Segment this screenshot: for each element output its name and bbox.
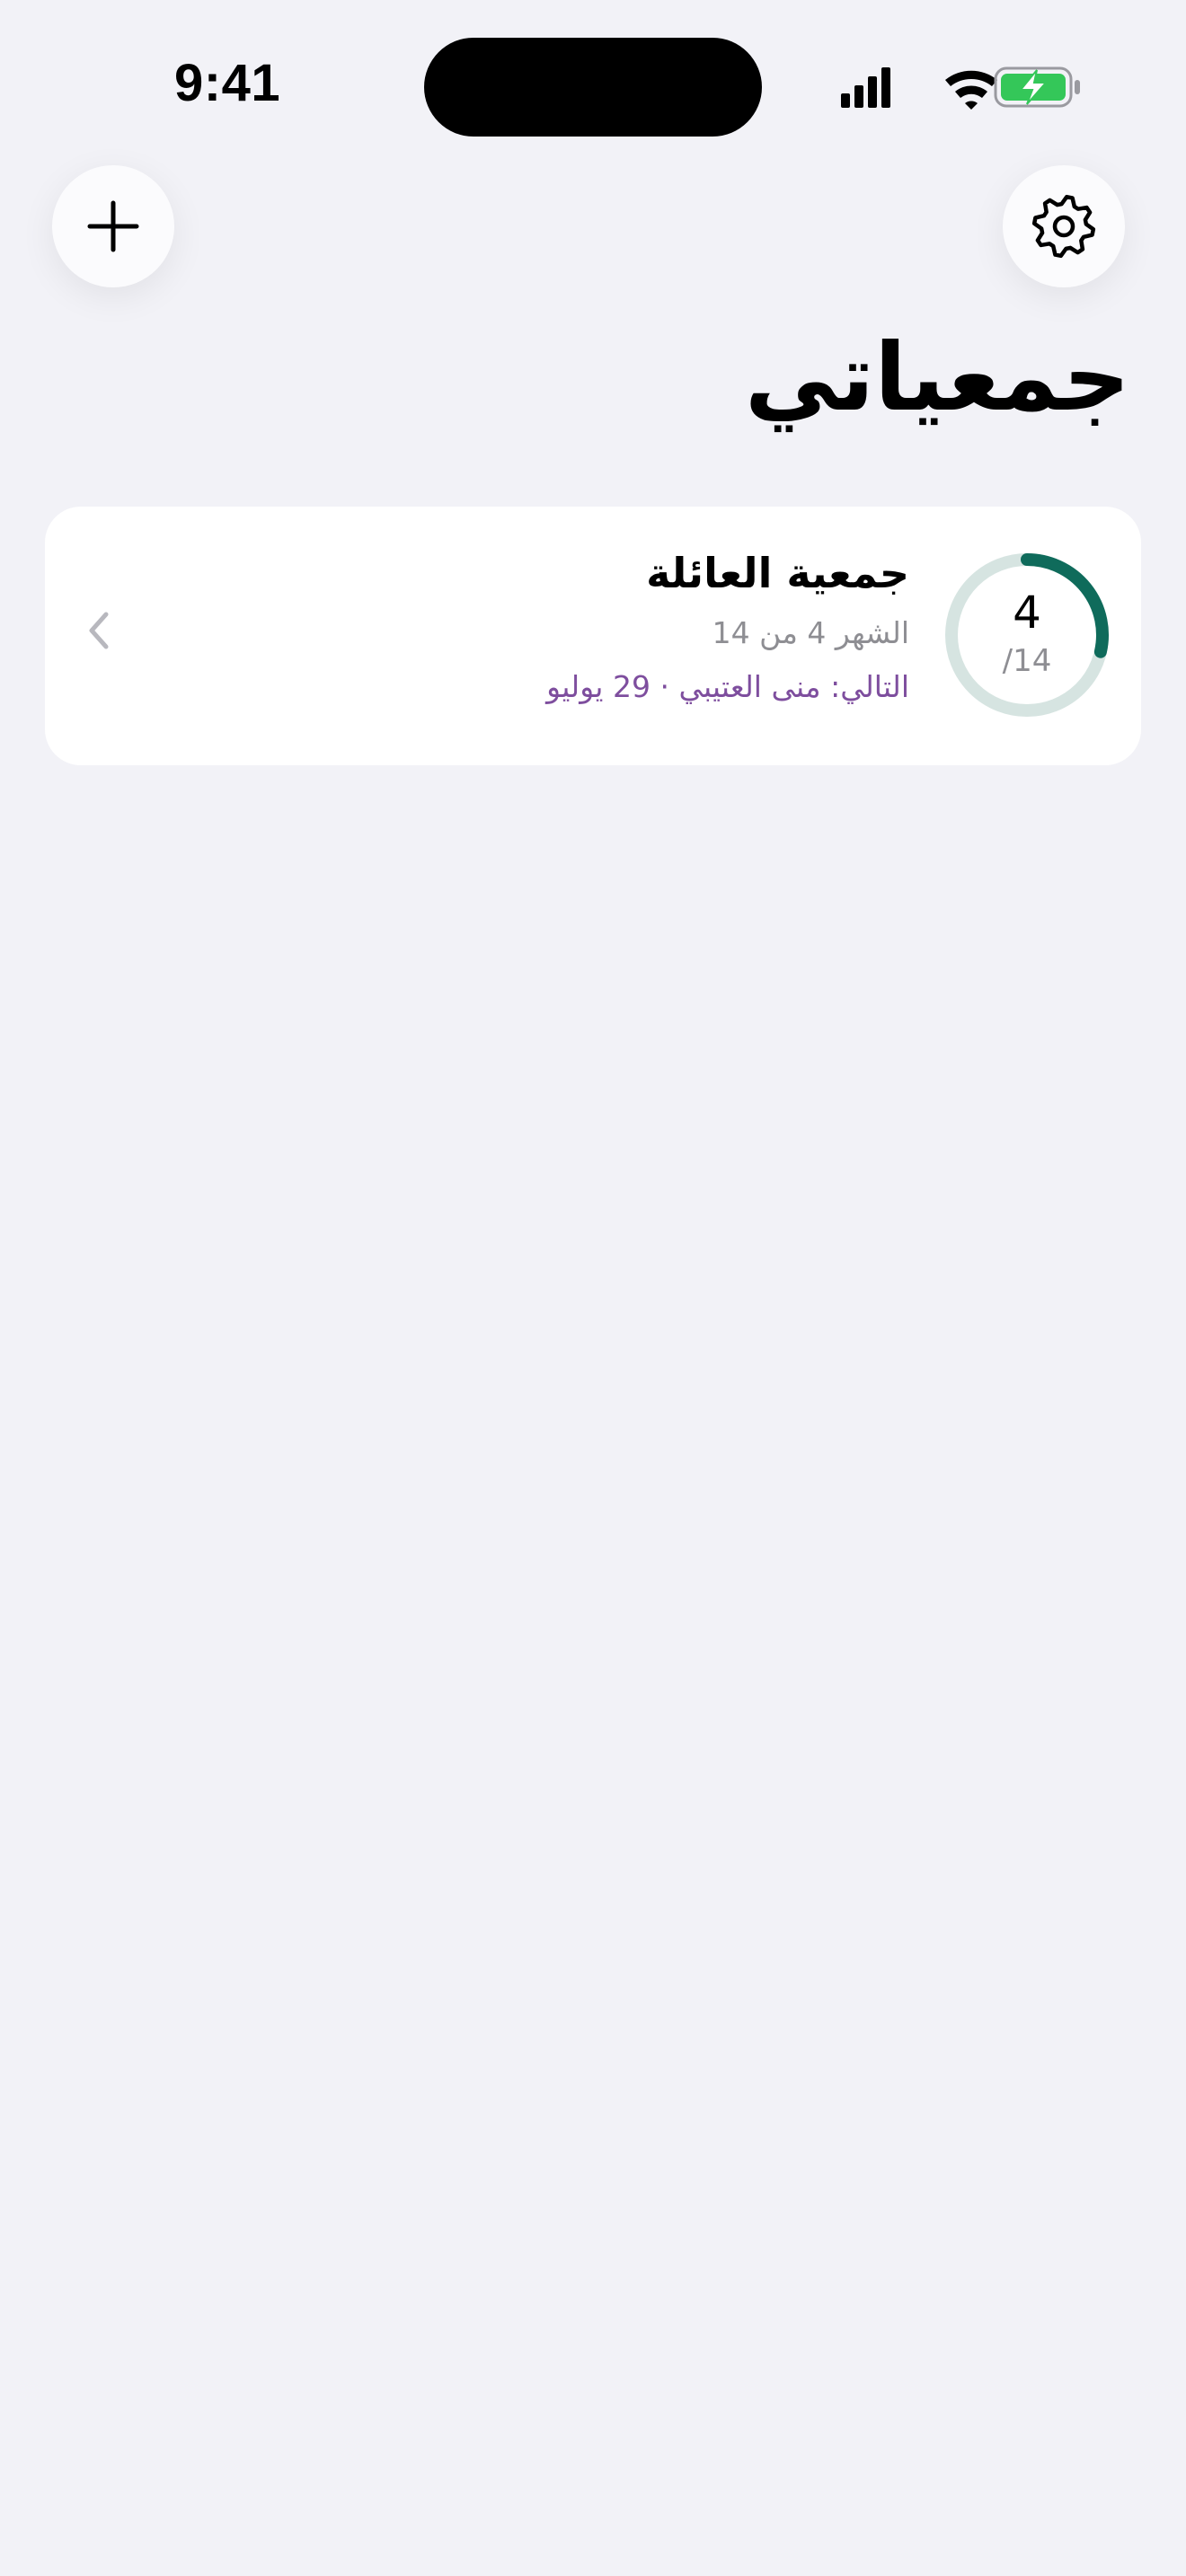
gear-center [1052,215,1075,238]
gear-outline [1031,194,1096,259]
add-group-button[interactable] [52,165,174,287]
cellular-signal-icon [841,67,890,108]
total-months-label: /14 [1002,643,1052,679]
wifi-icon [945,70,997,110]
dynamic-island [424,38,762,137]
page-title: جمعياتي [744,322,1130,432]
battery-charging-icon [994,66,1080,108]
gear-icon [1031,194,1096,259]
status-bar: 9:41 [0,0,1186,162]
progress-ring: 4 /14 [943,551,1111,719]
settings-button[interactable] [1003,165,1125,287]
current-month-number: 4 [1013,587,1041,639]
chevron-left-icon [89,612,109,649]
group-name: جمعية العائلة [646,549,909,597]
plus-icon [87,200,139,252]
group-next-recipient: التالي: منى العتيبي · 29 يوليو [546,669,909,704]
group-progress-text: الشهر 4 من 14 [712,615,909,650]
group-card-text: جمعية العائلة الشهر 4 من 14 التالي: منى … [546,544,909,715]
group-card[interactable]: 4 /14 جمعية العائلة الشهر 4 من 14 التالي… [45,507,1141,765]
status-icons [841,66,1080,110]
status-time: 9:41 [174,54,281,112]
